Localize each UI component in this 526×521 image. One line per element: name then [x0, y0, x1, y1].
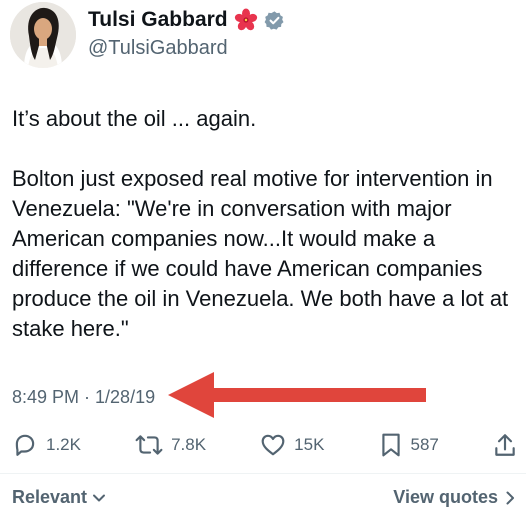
- view-quotes-label: View quotes: [393, 487, 498, 507]
- divider: [0, 473, 526, 474]
- tweet-paragraph: Bolton just exposed real motive for inte…: [12, 166, 509, 341]
- retweet-button[interactable]: 7.8K: [135, 432, 206, 458]
- retweet-count: 7.8K: [171, 435, 207, 454]
- author-display-name[interactable]: Tulsi Gabbard: [88, 8, 228, 32]
- avatar-photo: [10, 2, 76, 68]
- tweet-timestamp[interactable]: 8:49 PM · 1/28/19: [12, 387, 155, 408]
- like-button[interactable]: 15K: [260, 432, 324, 458]
- action-bar: 1.2K 7.8K 15K 587: [12, 428, 517, 462]
- bookmark-button[interactable]: 587: [379, 432, 439, 458]
- author-name-row: Tulsi Gabbard: [88, 8, 285, 32]
- hibiscus-icon: [234, 8, 257, 31]
- replies-footer: Relevant View quotes: [12, 487, 517, 508]
- view-quotes-link[interactable]: View quotes: [393, 487, 517, 508]
- chevron-down-icon: [93, 494, 106, 501]
- like-count: 15K: [294, 435, 325, 454]
- verified-badge-icon[interactable]: [264, 10, 285, 31]
- bookmark-icon: [381, 433, 400, 457]
- avatar[interactable]: [10, 2, 76, 68]
- share-button[interactable]: [493, 432, 517, 458]
- sort-label: Relevant: [12, 487, 88, 507]
- tweet-card: Tulsi Gabbard @TulsiGabbard It’s about t…: [0, 0, 526, 521]
- chevron-right-icon: [506, 491, 514, 504]
- tweet-text: It’s about the oil ... again. Bolton jus…: [12, 104, 517, 374]
- author-handle[interactable]: @TulsiGabbard: [88, 37, 228, 60]
- heart-icon: [261, 434, 285, 456]
- bookmark-count: 587: [410, 435, 439, 454]
- reply-count: 1.2K: [46, 435, 81, 454]
- sort-dropdown[interactable]: Relevant: [12, 487, 106, 508]
- reply-button[interactable]: 1.2K: [12, 432, 81, 458]
- reply-icon: [15, 434, 35, 456]
- retweet-icon: [135, 435, 163, 455]
- tweet-paragraph: It’s about the oil ... again.: [12, 106, 257, 131]
- share-icon: [495, 434, 515, 456]
- red-arrow-annotation: [168, 372, 426, 418]
